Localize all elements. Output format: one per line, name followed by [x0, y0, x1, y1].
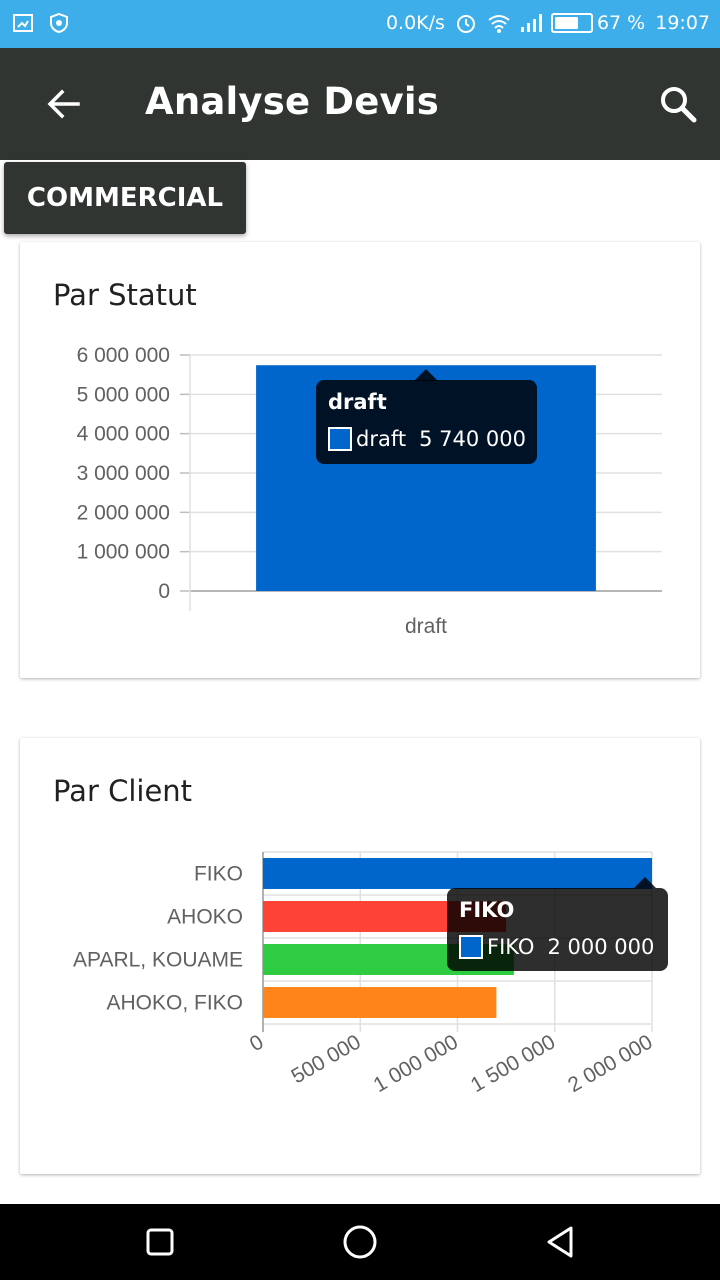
- x-tick-label: 0: [246, 1030, 268, 1056]
- search-icon: [661, 87, 697, 123]
- battery-level: 67 %: [596, 12, 646, 34]
- home-icon: [343, 1225, 377, 1259]
- tooltip-swatch: [459, 935, 483, 959]
- clock: 19:07: [655, 12, 710, 34]
- back-nav-icon: [547, 1226, 573, 1258]
- signal-icon: [519, 12, 542, 34]
- y-tick-label: 6 000 000: [77, 344, 170, 367]
- tooltip-title: FIKO: [459, 898, 515, 922]
- y-tick-label: 3 000 000: [77, 462, 170, 485]
- y-tick-label: 4 000 000: [77, 423, 170, 446]
- battery-icon: 67 %: [550, 12, 646, 34]
- statut-tooltip: draft draft 5 740 000: [316, 380, 537, 464]
- client-tooltip: FIKO FIKO 2 000 000: [447, 888, 668, 971]
- card-par-client: Par Client 0 500 000 1 000 000 1 500 000 2 0…: [20, 738, 700, 1174]
- tooltip-pointer: [414, 369, 438, 381]
- y-tick-label: 5 000 000: [77, 383, 170, 406]
- wifi-icon: [487, 12, 510, 34]
- y-tick-label: FIKO: [194, 863, 243, 886]
- x-tick-label: draft: [405, 615, 447, 638]
- recent-apps-icon: [146, 1228, 174, 1256]
- status-bar: 0.0K/s 67 % 19:07: [0, 0, 720, 48]
- navigation-bar: [0, 1204, 720, 1280]
- tooltip-swatch: [328, 427, 352, 451]
- y-tick-label: AHOKO, FIKO: [106, 992, 243, 1015]
- screen-cast-icon: [12, 12, 34, 34]
- x-tick-label: 2 000 000: [564, 1030, 656, 1097]
- x-tick-label: 1 000 000: [370, 1030, 462, 1097]
- alarm-icon: [455, 12, 477, 34]
- recent-apps-button[interactable]: [136, 1218, 184, 1266]
- page-title: Analyse Devis: [145, 80, 439, 123]
- y-tick-label: AHOKO: [167, 906, 243, 929]
- commercial-button[interactable]: COMMERCIAL: [4, 162, 246, 234]
- back-nav-button[interactable]: [536, 1218, 584, 1266]
- y-tick-label: 1 000 000: [77, 541, 170, 564]
- network-speed: 0.0K/s: [385, 12, 445, 34]
- bar-fiko: [263, 858, 652, 889]
- bar-ahoko-fiko: [263, 987, 497, 1018]
- tooltip-pointer: [634, 877, 656, 888]
- x-tick-label: 1 500 000: [467, 1030, 559, 1097]
- y-tick-label: 0: [158, 580, 170, 603]
- home-button[interactable]: [336, 1218, 384, 1266]
- back-button[interactable]: [36, 76, 92, 132]
- tooltip-value: 2 000 000: [547, 935, 655, 959]
- tooltip-series: draft: [356, 427, 407, 451]
- back-arrow-icon: [47, 89, 80, 119]
- y-tick-label: 2 000 000: [77, 501, 170, 524]
- x-tick-label: 500 000: [287, 1030, 364, 1088]
- tooltip-title: draft: [328, 390, 387, 414]
- tooltip-series: FIKO: [487, 935, 535, 959]
- tooltip-value: 5 740 000: [419, 427, 526, 451]
- app-bar: Analyse Devis: [0, 48, 720, 160]
- shield-icon: [48, 12, 70, 34]
- y-tick-label: APARL, KOUAME: [73, 949, 243, 972]
- search-button[interactable]: [650, 76, 706, 132]
- card-par-statut: Par Statut 01 000 000 2 000 000 3 000 000 4…: [20, 242, 700, 678]
